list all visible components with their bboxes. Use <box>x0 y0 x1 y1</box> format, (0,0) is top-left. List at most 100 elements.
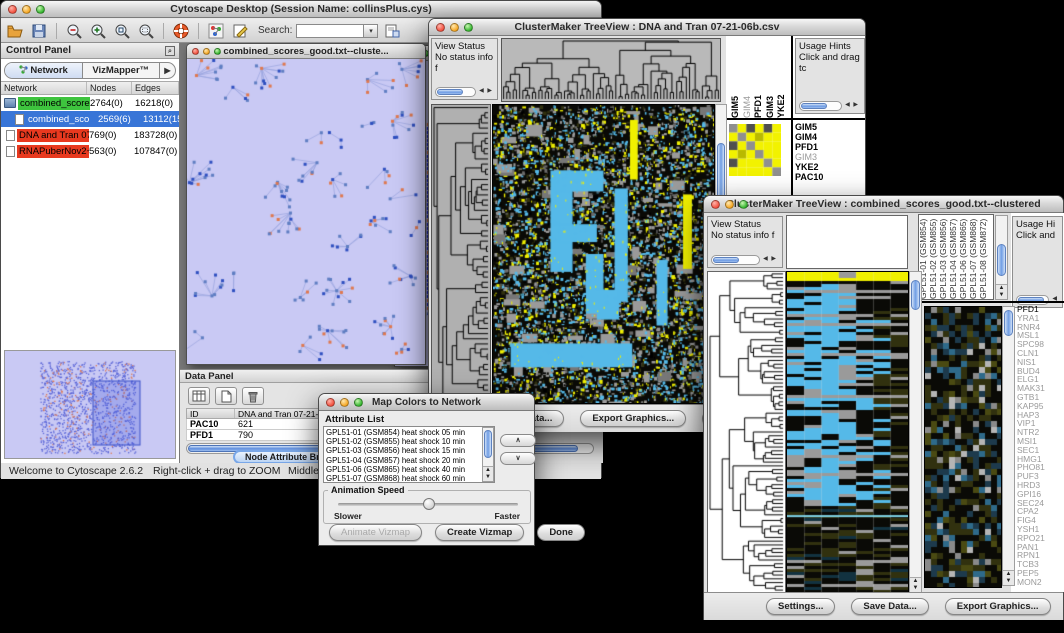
scrollbar-track[interactable] <box>799 101 842 111</box>
minimize-button[interactable] <box>22 5 31 14</box>
new-attribute-button[interactable] <box>215 387 237 405</box>
scrollbar-thumb[interactable] <box>437 89 463 95</box>
scrollbar-thumb[interactable] <box>997 244 1006 276</box>
scrollbar-thumb[interactable] <box>484 430 492 458</box>
zoom-in-button[interactable] <box>88 22 108 40</box>
treeview2-titlebar[interactable]: ClusterMaker TreeView : combined_scores_… <box>704 196 1063 213</box>
scroll-arrows-icon[interactable]: ◀ ▶ <box>760 254 777 265</box>
select-attributes-button[interactable] <box>188 387 210 405</box>
search-dropdown-button[interactable]: ▾ <box>364 24 378 38</box>
save-session-button[interactable] <box>29 22 49 40</box>
tab-vizmapper[interactable]: VizMapper™ <box>83 63 160 78</box>
speed-slider[interactable] <box>338 503 518 506</box>
gene-label[interactable]: GIM4 <box>795 133 823 142</box>
annotation-button[interactable] <box>230 22 250 40</box>
zoom-button[interactable] <box>739 200 748 209</box>
network-view-window[interactable]: combined_scores_good.txt--cluste... <box>186 43 426 365</box>
treeview1-titlebar[interactable]: ClusterMaker TreeView : DNA and Tran 07-… <box>429 19 865 36</box>
scroll-arrows-icon[interactable]: ◀ ▶ <box>842 100 859 111</box>
network-overview-canvas[interactable] <box>5 351 175 458</box>
scroll-arrows-icon[interactable]: ◀ <box>1049 294 1058 305</box>
column-label[interactable]: GPL51-08 (GSM872) <box>979 215 988 299</box>
column-label[interactable]: GPL51-07 (GSM868) <box>969 215 978 299</box>
cytoscape-titlebar[interactable]: Cytoscape Desktop (Session Name: collins… <box>1 1 601 18</box>
dialog-titlebar[interactable]: Map Colors to Network <box>319 394 534 411</box>
scroll-arrows-icon[interactable]: ▲▼ <box>483 466 493 481</box>
delete-attribute-button[interactable] <box>242 387 264 405</box>
horizontal-scrollbar[interactable]: ◀ ▶ <box>711 254 777 265</box>
scrollbar-thumb[interactable] <box>911 280 920 310</box>
row-dendrogram-canvas[interactable] <box>431 104 491 404</box>
scrollbar-track[interactable] <box>435 87 476 97</box>
network-view-canvas[interactable] <box>187 59 425 364</box>
tab-overflow-button[interactable]: ▶ <box>159 63 175 78</box>
scrollbar-track[interactable] <box>1016 295 1049 305</box>
zoom-fit-button[interactable] <box>136 22 156 40</box>
column-label[interactable]: GPL51-03 (GSM856) <box>939 215 948 299</box>
treeview-action-button[interactable]: Export Graphics... <box>580 410 686 427</box>
scrollbar-thumb[interactable] <box>713 257 739 263</box>
attribute-item[interactable]: GPL51-03 (GSM856) heat shock 15 min <box>326 446 492 455</box>
scroll-arrows-icon[interactable]: ◀ ▶ <box>476 86 493 97</box>
close-button[interactable] <box>711 200 720 209</box>
minimize-button[interactable] <box>725 200 734 209</box>
zoom-button[interactable] <box>36 5 45 14</box>
column-label[interactable]: GPL51-02 (GSM855) <box>929 215 938 299</box>
help-button[interactable] <box>171 22 191 40</box>
minimize-button[interactable] <box>450 23 459 32</box>
column-label[interactable]: PFD1 <box>753 38 764 118</box>
column-label[interactable]: GPL51-04 (GSM857) <box>949 215 958 299</box>
horizontal-scrollbar[interactable]: ◀ ▶ <box>799 100 859 111</box>
treeview-action-button[interactable]: Save Data... <box>851 598 928 615</box>
correlation-matrix-canvas[interactable] <box>729 124 781 176</box>
attribute-listbox[interactable]: GPL51-01 (GSM854) heat shock 05 minGPL51… <box>323 426 495 483</box>
close-button[interactable] <box>436 23 445 32</box>
gene-label[interactable]: GIM3 <box>795 153 823 162</box>
attribute-item[interactable]: GPL51-06 (GSM865) heat shock 40 min <box>326 465 492 474</box>
heatmap-canvas[interactable] <box>786 271 909 595</box>
create-vizmap-button[interactable]: Create Vizmap <box>435 524 524 541</box>
move-up-button[interactable]: ∧ <box>500 434 536 447</box>
column-label[interactable]: GIM3 <box>765 38 776 118</box>
close-button[interactable] <box>8 5 17 14</box>
move-down-button[interactable]: ∨ <box>500 452 536 465</box>
treeview-action-button[interactable]: Settings... <box>766 598 835 615</box>
scrollbar-thumb[interactable] <box>1004 310 1013 336</box>
minimize-button[interactable] <box>203 48 210 55</box>
column-label[interactable]: PAC10 <box>788 38 789 118</box>
column-dendrogram-canvas[interactable] <box>501 38 721 102</box>
done-button[interactable]: Done <box>537 524 585 541</box>
scroll-arrows-icon[interactable]: ▲▼ <box>910 577 921 592</box>
zoom-button[interactable] <box>354 398 363 407</box>
slider-thumb[interactable] <box>423 498 435 510</box>
scrollbar-track[interactable] <box>711 255 760 265</box>
gene-label[interactable]: PFD1 <box>795 143 823 152</box>
scroll-arrows-icon[interactable]: ▲▼ <box>996 284 1007 299</box>
network-row[interactable]: DNA and Tran 07 769(0) 183728(0) <box>1 127 179 143</box>
minimize-button[interactable] <box>340 398 349 407</box>
close-button[interactable] <box>192 48 199 55</box>
treeview-action-button[interactable]: Export Graphics... <box>945 598 1051 615</box>
attribute-list-vscrollbar[interactable]: ▲▼ <box>482 427 494 482</box>
secondary-heatmap-canvas[interactable] <box>924 306 1002 588</box>
float-panel-icon[interactable]: ⌕ <box>165 46 175 56</box>
tab-network[interactable]: Network <box>5 63 83 78</box>
column-label[interactable]: YKE2 <box>776 38 787 118</box>
horizontal-scrollbar[interactable]: ◀ ▶ <box>435 86 493 97</box>
gene-label[interactable]: PAC10 <box>795 173 823 182</box>
attribute-item[interactable]: GPL51-04 (GSM857) heat shock 20 min <box>326 456 492 465</box>
network-row[interactable]: combined_sco 2569(6) 13112(15) <box>1 111 179 127</box>
network-view-titlebar[interactable]: combined_scores_good.txt--cluste... <box>187 44 425 59</box>
row-dendrogram-canvas[interactable] <box>707 271 786 593</box>
column-label[interactable]: GIM4 <box>742 38 753 118</box>
heatmap-canvas[interactable] <box>492 104 715 404</box>
attribute-item[interactable]: GPL51-02 (GSM855) heat shock 10 min <box>326 437 492 446</box>
close-button[interactable] <box>326 398 335 407</box>
gene-label[interactable]: YKE2 <box>795 163 823 172</box>
search-input[interactable] <box>296 24 364 38</box>
heatmap-vscrollbar[interactable]: ▲▼ <box>909 271 922 593</box>
scroll-arrows-icon[interactable]: ▲▼ <box>1003 570 1014 585</box>
gene-label[interactable]: MON2 <box>1017 578 1045 587</box>
gene-label[interactable]: GIM5 <box>795 123 823 132</box>
zoom-selected-button[interactable] <box>112 22 132 40</box>
